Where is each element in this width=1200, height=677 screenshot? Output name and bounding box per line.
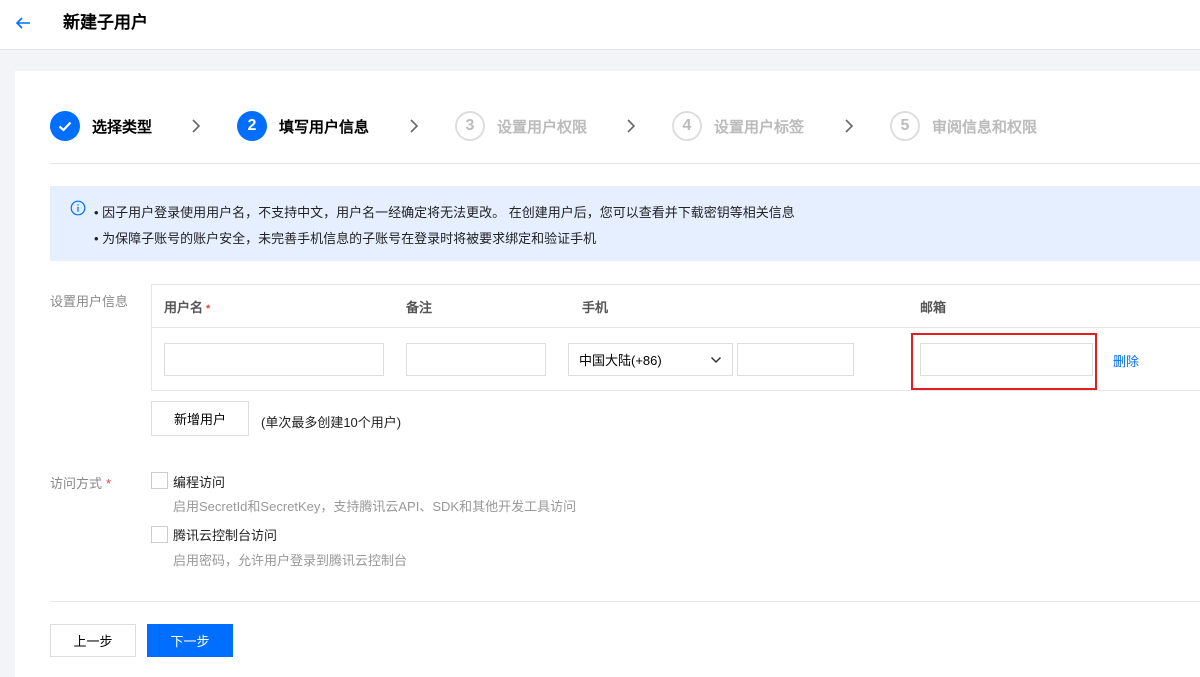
step-indicator: 选择类型 2 填写用户信息 3 设置用户权限 4 设置用户标签 5 审阅信息和权… <box>50 111 1200 141</box>
steps-divider <box>50 163 1200 164</box>
step-3-number: 3 <box>455 111 485 141</box>
step-2-label: 填写用户信息 <box>279 118 370 136</box>
step-1: 选择类型 <box>50 111 152 141</box>
programmatic-access-label[interactable]: 编程访问 <box>173 472 225 491</box>
console-access-desc: 启用密码，允许用户登录到腾讯云控制台 <box>173 553 408 568</box>
step-5-number: 5 <box>890 111 920 141</box>
next-step-button[interactable]: 下一步 <box>147 624 233 657</box>
step-1-label: 选择类型 <box>92 118 153 136</box>
column-remark: 备注 <box>406 300 433 315</box>
step-4: 4 设置用户标签 <box>672 111 804 141</box>
user-info-table: 用户名 * 备注 手机 邮箱 中国大陆(+86) 删除 <box>151 284 1200 391</box>
table-header: 用户名 * 备注 手机 邮箱 <box>152 285 1200 328</box>
prev-step-button[interactable]: 上一步 <box>50 624 136 657</box>
programmatic-access-desc: 启用SecretId和SecretKey，支持腾讯云API、SDK和其他开发工具… <box>173 499 577 514</box>
programmatic-access-checkbox[interactable] <box>151 472 168 489</box>
step-5: 5 审阅信息和权限 <box>890 111 1037 141</box>
user-info-label: 设置用户信息 <box>50 294 129 309</box>
delete-row-link[interactable]: 删除 <box>1113 351 1139 370</box>
chevron-right-icon <box>845 119 854 133</box>
chevron-down-icon <box>710 356 722 363</box>
chevron-right-icon <box>410 119 419 133</box>
chevron-right-icon <box>627 119 636 133</box>
info-icon <box>70 200 86 216</box>
email-highlight-box <box>911 333 1097 390</box>
country-code-value: 中国大陆(+86) <box>579 353 662 368</box>
top-bar: 新建子用户 <box>0 0 1200 50</box>
page-title: 新建子用户 <box>63 13 148 32</box>
footer-divider <box>50 601 1200 602</box>
column-phone: 手机 <box>582 300 609 315</box>
add-user-button[interactable]: 新增用户 <box>151 401 249 436</box>
column-username: 用户名 * <box>164 300 211 315</box>
country-code-select[interactable]: 中国大陆(+86) <box>568 343 733 376</box>
back-arrow-icon[interactable] <box>13 13 33 33</box>
step-2-number: 2 <box>237 111 267 141</box>
username-input[interactable] <box>164 343 384 376</box>
notice-line-2: • 为保障子账号的账户安全，未完善手机信息的子账号在登录时将被要求绑定和验证手机 <box>94 231 597 246</box>
add-user-hint: (单次最多创建10个用户) <box>261 415 402 430</box>
step-4-number: 4 <box>672 111 702 141</box>
step-3-label: 设置用户权限 <box>497 118 588 136</box>
step-3: 3 设置用户权限 <box>455 111 587 141</box>
console-access-checkbox[interactable] <box>151 526 168 543</box>
chevron-right-icon <box>192 119 201 133</box>
remark-input[interactable] <box>406 343 546 376</box>
step-5-label: 审阅信息和权限 <box>932 118 1038 136</box>
step-2: 2 填写用户信息 <box>237 111 369 141</box>
column-email: 邮箱 <box>920 300 947 315</box>
console-access-label[interactable]: 腾讯云控制台访问 <box>173 525 277 544</box>
notice-line-1: • 因子用户登录使用用户名，不支持中文，用户名一经确定将无法更改。 在创建用户后… <box>94 205 795 220</box>
access-method-label: 访问方式 * <box>50 476 112 491</box>
info-notice: • 因子用户登录使用用户名，不支持中文，用户名一经确定将无法更改。 在创建用户后… <box>50 186 1200 261</box>
step-1-check-icon <box>50 111 80 141</box>
main-card: 选择类型 2 填写用户信息 3 设置用户权限 4 设置用户标签 5 审阅信息和权… <box>15 71 1200 677</box>
phone-input[interactable] <box>737 343 854 376</box>
step-4-label: 设置用户标签 <box>714 118 805 136</box>
